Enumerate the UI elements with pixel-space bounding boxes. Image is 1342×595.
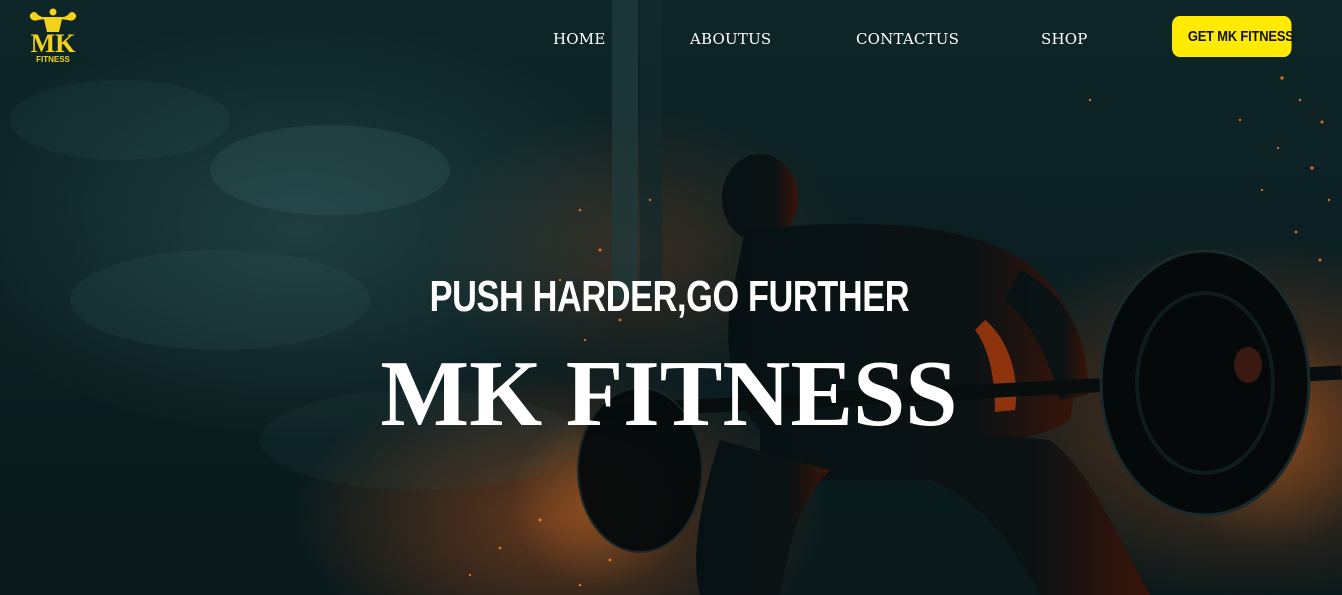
nav-link-shop[interactable]: SHOP <box>1041 30 1088 48</box>
hero-tagline-text: PUSH HARDER,GO FURTHER <box>429 272 909 321</box>
nav-link-home[interactable]: HOME <box>553 30 606 48</box>
hero-section: MK FITNESS HOME ABOUTUS CONTACTUS SHOP G… <box>0 0 1342 595</box>
hero-tagline: PUSH HARDER,GO FURTHER <box>0 272 1342 322</box>
top-navbar: MK FITNESS HOME ABOUTUS CONTACTUS SHOP G… <box>0 0 1342 80</box>
hero-title-text: MK FITNESS <box>380 342 958 446</box>
svg-text:FITNESS: FITNESS <box>36 55 70 64</box>
nav-link-contactus[interactable]: CONTACTUS <box>856 30 959 48</box>
hero-title: MK FITNESS <box>0 340 1342 448</box>
svg-text:MK: MK <box>31 29 77 58</box>
get-mk-fitness-button[interactable]: GET MK FITNESS <box>1172 16 1294 57</box>
mk-fitness-logo[interactable]: MK FITNESS <box>24 6 82 64</box>
nav-link-aboutus[interactable]: ABOUTUS <box>690 30 771 48</box>
get-mk-fitness-label: GET MK FITNESS <box>1187 28 1294 45</box>
